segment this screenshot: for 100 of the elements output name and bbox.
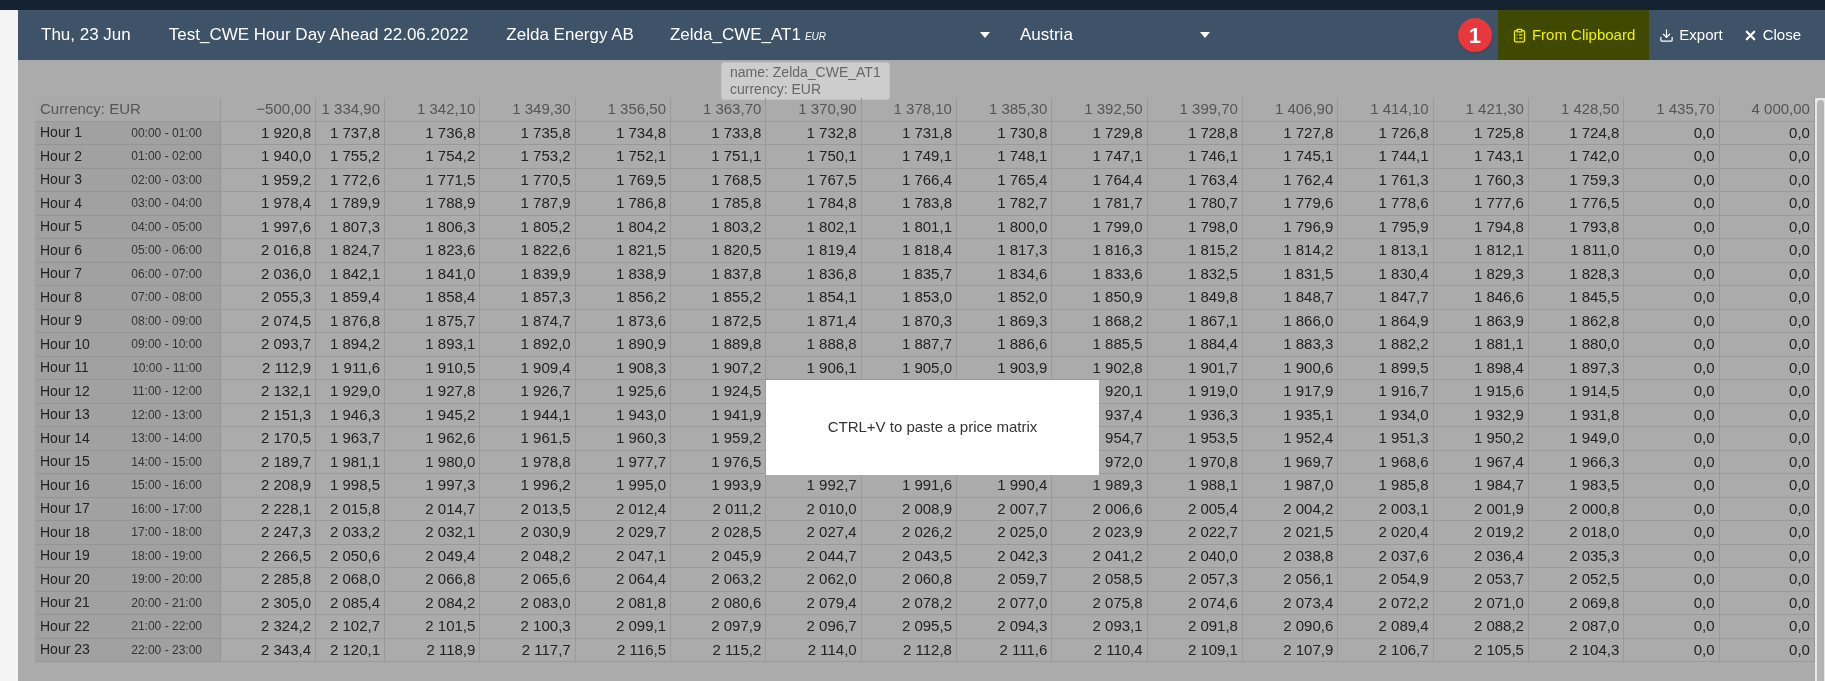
table-cell: 1 864,9 [1338, 309, 1434, 333]
area-dropdown[interactable]: Austria [1019, 22, 1220, 48]
table-cell: 0,0 [1624, 591, 1720, 615]
table-cell: 1 817,3 [956, 239, 1053, 263]
table-cell: 1 835,7 [861, 262, 957, 286]
table-cell: 1 728,8 [1147, 121, 1243, 145]
column-header: 4 000,00 [1719, 98, 1815, 122]
table-cell: 1 929,0 [316, 380, 385, 404]
table-cell: 1 873,6 [575, 309, 671, 333]
table-cell: 1 901,7 [1147, 356, 1243, 380]
table-cell: 1 908,3 [575, 356, 671, 380]
table-cell: 2 097,9 [671, 615, 767, 639]
close-button[interactable]: Close [1732, 23, 1811, 47]
table-cell: 1 732,8 [766, 121, 862, 145]
table-cell: 1 814,2 [1242, 239, 1339, 263]
table-cell: 2 109,1 [1147, 638, 1243, 662]
table-cell: 0,0 [1719, 286, 1815, 310]
table-cell: 1 802,1 [766, 215, 862, 239]
table-cell: 2 063,2 [671, 568, 767, 592]
table-cell: 0,0 [1624, 239, 1720, 263]
time-range: 03:00 - 04:00 [131, 195, 203, 213]
table-cell: 1 981,1 [316, 450, 385, 474]
table-cell: 1 926,7 [480, 380, 576, 404]
table-cell: 1 782,7 [956, 192, 1053, 216]
table-cell: 1 944,1 [480, 403, 576, 427]
table-cell: 2 058,5 [1052, 568, 1148, 592]
table-cell: 1 880,0 [1528, 333, 1625, 357]
table-cell: 0,0 [1624, 615, 1720, 639]
portfolio-dropdown[interactable]: Zelda_CWE_AT1 EUR [669, 22, 1000, 48]
hour-label: Hour 9 [40, 311, 83, 331]
table-cell: 1 890,9 [575, 333, 671, 357]
table-cell: 1 869,3 [956, 309, 1053, 333]
table-cell: 1 984,7 [1433, 474, 1529, 498]
column-header: 1 392,50 [1052, 98, 1148, 122]
table-cell: 2 029,7 [575, 521, 671, 545]
table-cell: 1 931,8 [1528, 403, 1625, 427]
table-cell: 2 081,8 [575, 591, 671, 615]
table-cell: 1 855,2 [671, 286, 767, 310]
table-cell: 2 052,5 [1528, 568, 1625, 592]
table-cell: 1 886,6 [956, 333, 1053, 357]
table-cell: 1 744,1 [1338, 145, 1434, 169]
table-cell: 2 001,9 [1433, 497, 1529, 521]
table-cell: 1 803,2 [671, 215, 767, 239]
table-cell: 1 914,5 [1528, 380, 1625, 404]
table-cell: 2 040,0 [1147, 544, 1243, 568]
table-cell: 1 828,3 [1528, 262, 1625, 286]
table-cell: 2 064,4 [575, 568, 671, 592]
table-cell: 2 049,4 [385, 544, 481, 568]
table-cell: 1 897,3 [1528, 356, 1625, 380]
table-cell: 0,0 [1719, 262, 1815, 286]
table-cell: 1 862,8 [1528, 309, 1625, 333]
table-cell: 0,0 [1719, 615, 1815, 639]
table-cell: 2 004,2 [1242, 497, 1339, 521]
column-header: 1 370,90 [766, 98, 862, 122]
table-cell: 1 856,2 [575, 286, 671, 310]
table-cell: 1 888,8 [766, 333, 862, 357]
table-cell: 2 021,5 [1242, 521, 1339, 545]
table-cell: 0,0 [1624, 521, 1720, 545]
table-cell: 1 765,4 [956, 168, 1053, 192]
hour-label: Hour 6 [40, 240, 83, 260]
table-cell: 1 845,5 [1528, 286, 1625, 310]
table-cell: 1 978,8 [480, 450, 576, 474]
export-button[interactable]: Export [1649, 23, 1733, 47]
table-cell: 0,0 [1624, 497, 1720, 521]
table-cell: 2 022,7 [1147, 521, 1243, 545]
portfolio-name: Zelda_CWE_AT1 [669, 24, 801, 47]
table-cell: 2 107,9 [1242, 638, 1339, 662]
table-cell: 2 005,4 [1147, 497, 1243, 521]
table-cell: 1 977,7 [575, 450, 671, 474]
table-cell: 2 077,0 [956, 591, 1053, 615]
table-cell: 1 737,8 [316, 121, 385, 145]
table-cell: 1 726,8 [1338, 121, 1434, 145]
table-cell: 1 875,7 [385, 309, 481, 333]
table-cell: 1 830,4 [1338, 262, 1434, 286]
table-cell: 0,0 [1624, 403, 1720, 427]
table-cell: 2 074,6 [1147, 591, 1243, 615]
table-cell: 2 093,1 [1052, 615, 1148, 639]
table-cell: 1 847,7 [1338, 286, 1434, 310]
time-range: 14:00 - 15:00 [131, 453, 203, 471]
paste-hint-popup: CTRL+V to paste a price matrix [766, 380, 1099, 475]
table-cell: 2 065,6 [480, 568, 576, 592]
table-cell: 1 736,8 [385, 121, 481, 145]
table-cell: 1 781,7 [1052, 192, 1148, 216]
table-cell: 0,0 [1719, 474, 1815, 498]
table-cell: 1 829,3 [1433, 262, 1529, 286]
clipboard-button[interactable]: From Clipboard [1497, 10, 1650, 60]
table-cell: 2 120,1 [316, 638, 385, 662]
table-cell: 1 916,7 [1338, 380, 1434, 404]
table-cell: 1 995,0 [575, 474, 671, 498]
table-cell: 2 020,4 [1338, 521, 1434, 545]
table-cell: 2 038,8 [1242, 544, 1339, 568]
table-cell: 1 749,1 [861, 145, 957, 169]
table-cell: 2 074,5 [221, 309, 316, 333]
table-cell: 1 854,1 [766, 286, 862, 310]
table-cell: 1 733,8 [671, 121, 767, 145]
column-header: 1 406,90 [1242, 98, 1339, 122]
table-cell: 0,0 [1719, 356, 1815, 380]
table-cell: 2 054,9 [1338, 568, 1434, 592]
table-cell: 1 727,8 [1242, 121, 1339, 145]
table-cell: 1 770,5 [480, 168, 576, 192]
